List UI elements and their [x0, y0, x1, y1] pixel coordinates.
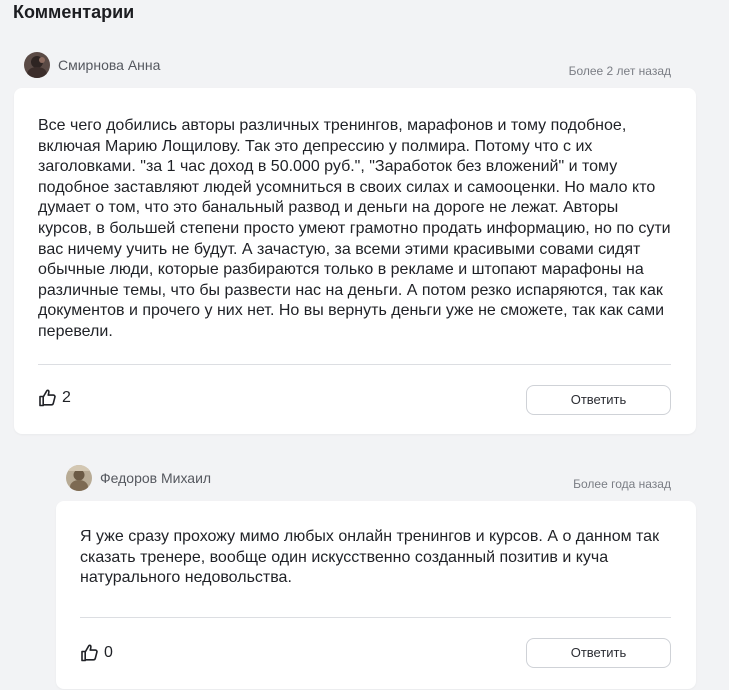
like-count: 2 [62, 389, 71, 406]
reply-button[interactable]: Ответить [526, 638, 671, 668]
comment-header: Смирнова Анна [24, 52, 160, 78]
comment-time: Более года назад [573, 477, 671, 491]
comment-author[interactable]: Федоров Михаил [100, 470, 211, 486]
comment-header: Федоров Михаил [66, 465, 211, 491]
reply-button[interactable]: Ответить [526, 385, 671, 415]
comment-author[interactable]: Смирнова Анна [58, 57, 160, 73]
comment-card: Все чего добились авторы различных трени… [14, 88, 696, 434]
like-count: 0 [104, 644, 113, 661]
comment-text: Я уже сразу прохожу мимо любых онлайн тр… [80, 528, 660, 587]
comment-card: Я уже сразу прохожу мимо любых онлайн тр… [56, 501, 696, 689]
comment-text: Все чего добились авторы различных трени… [38, 117, 671, 340]
section-title: Комментарии [13, 2, 135, 22]
comment-time: Более 2 лет назад [568, 64, 671, 78]
comment-divider [38, 364, 671, 365]
avatar[interactable] [24, 52, 50, 78]
avatar[interactable] [66, 465, 92, 491]
thumbs-up-icon [38, 388, 58, 408]
comment-divider [80, 617, 671, 618]
like-button[interactable]: 0 [80, 643, 113, 663]
like-button[interactable]: 2 [38, 388, 71, 408]
thumbs-up-icon [80, 643, 100, 663]
